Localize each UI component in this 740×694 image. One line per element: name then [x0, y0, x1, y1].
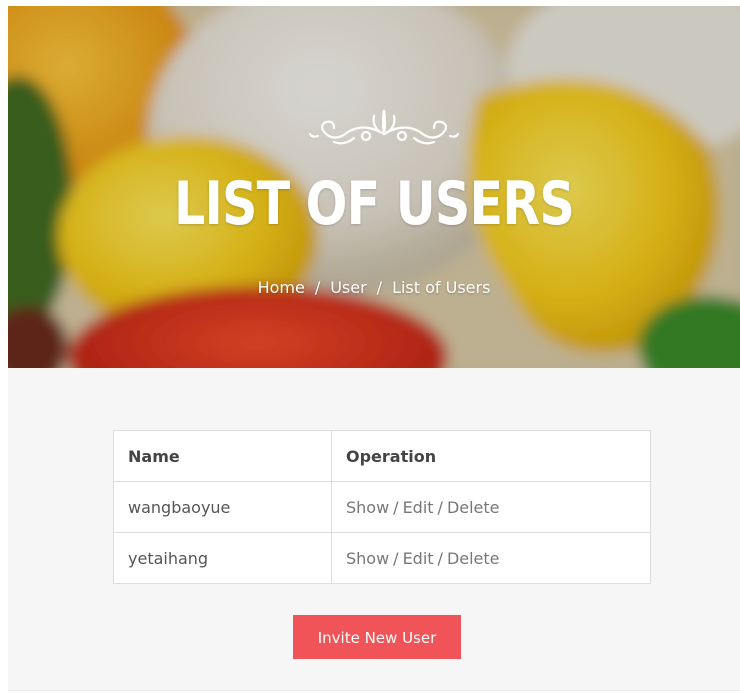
table-row: yetaihang Show / Edit / Delete	[113, 532, 651, 584]
edit-link[interactable]: Edit	[403, 498, 434, 517]
breadcrumb-separator: /	[314, 278, 321, 297]
user-name-cell: wangbaoyue	[113, 481, 332, 533]
edit-link[interactable]: Edit	[403, 549, 434, 568]
delete-link[interactable]: Delete	[447, 549, 500, 568]
breadcrumb-home[interactable]: Home	[258, 278, 305, 297]
table-row: wangbaoyue Show / Edit / Delete	[113, 481, 651, 533]
page-title: LIST OF USERS	[173, 169, 575, 239]
show-link[interactable]: Show	[346, 498, 389, 517]
content-section: Name Operation wangbaoyue Show / Edit / Dele…	[8, 368, 740, 691]
table-header-row: Name Operation	[113, 430, 651, 482]
delete-link[interactable]: Delete	[447, 498, 500, 517]
operation-separator: /	[393, 548, 399, 568]
operation-cell: Show / Edit / Delete	[331, 481, 651, 533]
page: LIST OF USERS Home / User / List of Users Na…	[0, 0, 740, 694]
show-link[interactable]: Show	[346, 549, 389, 568]
operation-separator: /	[437, 548, 443, 568]
operation-separator: /	[393, 497, 399, 517]
operation-separator: /	[437, 497, 443, 517]
hero-banner: LIST OF USERS Home / User / List of Users	[8, 6, 740, 368]
ornament-icon	[308, 109, 460, 145]
user-name-cell: yetaihang	[113, 532, 332, 584]
column-header-name: Name	[113, 430, 332, 482]
column-header-operation: Operation	[331, 430, 651, 482]
invite-new-user-button[interactable]: Invite New User	[293, 615, 461, 659]
users-table: Name Operation wangbaoyue Show / Edit / Dele…	[113, 430, 651, 584]
breadcrumb-separator: /	[376, 278, 383, 297]
breadcrumb: Home / User / List of Users	[8, 276, 740, 300]
breadcrumb-current: List of Users	[392, 278, 491, 297]
operation-cell: Show / Edit / Delete	[331, 532, 651, 584]
breadcrumb-user[interactable]: User	[330, 278, 366, 297]
